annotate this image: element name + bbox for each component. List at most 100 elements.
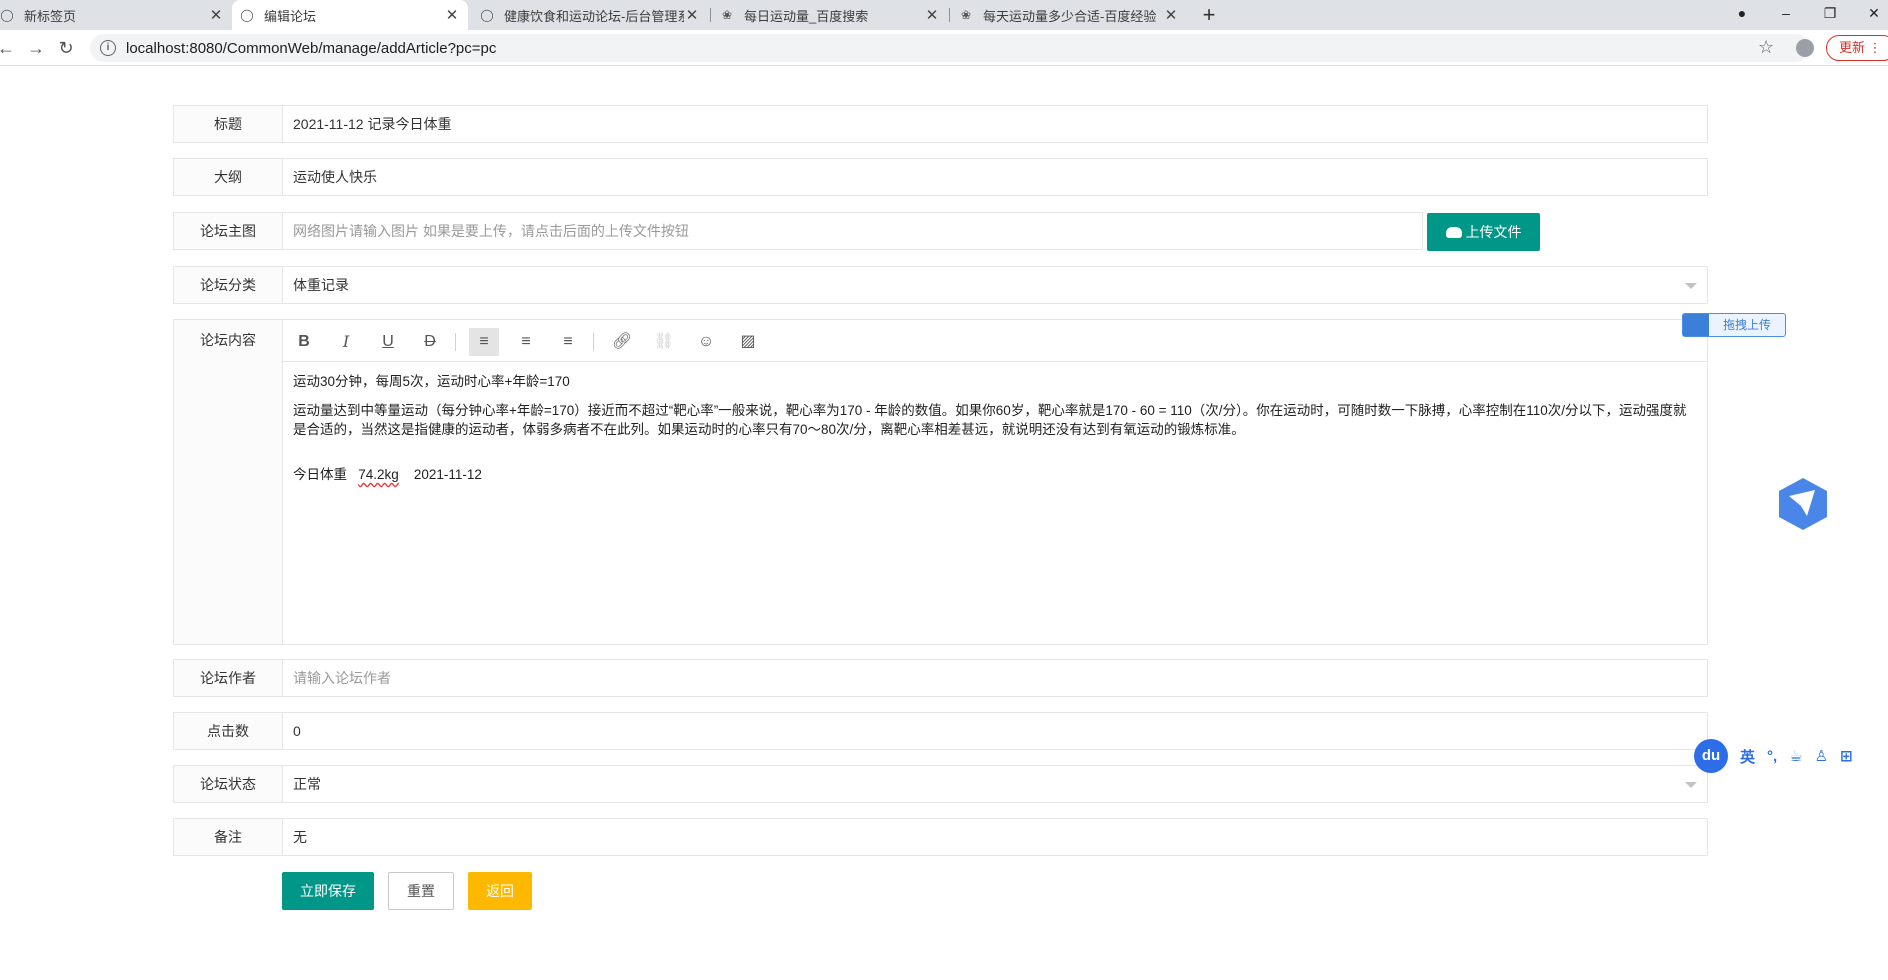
remark-row: 备注 无 (173, 818, 1708, 856)
status-label: 论坛状态 (174, 766, 283, 802)
upload-label: 上传文件 (1465, 224, 1522, 240)
info-icon[interactable]: i (100, 40, 116, 56)
status-select[interactable]: 正常 (293, 766, 321, 802)
image-icon[interactable]: ▨ (733, 328, 763, 356)
category-select[interactable]: 体重记录 (293, 267, 349, 303)
tab-search-icon[interactable]: ● (1720, 0, 1764, 28)
forward-arrow-icon[interactable]: → (24, 36, 48, 60)
chevron-down-icon[interactable] (1685, 283, 1697, 289)
close-icon[interactable]: ✕ (208, 6, 224, 24)
remark-input[interactable]: 无 (293, 819, 307, 855)
new-tab-plus-icon[interactable]: + (1196, 2, 1222, 28)
upload-file-button[interactable]: 上传文件 (1427, 213, 1540, 251)
bold-icon[interactable]: B (289, 328, 319, 356)
link-icon[interactable]: 🔗︎ (607, 328, 637, 356)
close-icon[interactable]: ✕ (444, 6, 460, 24)
update-button[interactable]: 更新 ⋮ (1826, 35, 1888, 61)
category-row: 论坛分类 体重记录 (173, 266, 1708, 304)
ime-lang-toggle[interactable]: 英 (1740, 746, 1755, 767)
tab-title: 每天运动量多少合适-百度经验 (983, 8, 1157, 24)
italic-icon[interactable]: I (331, 328, 361, 356)
ime-toolbar: du 英 °, ☕︎ ♙ ⊞ (1694, 739, 1864, 773)
tab-separator (949, 8, 950, 22)
title-input[interactable]: 2021-11-12 记录今日体重 (293, 106, 451, 142)
paw-icon: ❀ (721, 8, 733, 22)
align-left-icon[interactable]: ≡ (469, 328, 499, 356)
globe-icon: ◯ (240, 8, 254, 22)
main-image-label: 论坛主图 (174, 213, 283, 249)
author-label: 论坛作者 (174, 660, 283, 696)
globe-icon: ◯ (480, 8, 494, 22)
main-image-input[interactable]: 网络图片请输入图片 如果是要上传，请点击后面的上传文件按钮 (293, 213, 689, 249)
content-line-1: 运动30分钟，每周5次，运动时心率+年龄=170 (293, 374, 570, 389)
clicks-label: 点击数 (174, 713, 283, 749)
chevron-down-icon[interactable] (1685, 782, 1697, 788)
close-icon[interactable]: ✕ (924, 6, 940, 24)
emoji-icon[interactable]: ☺ (691, 328, 721, 356)
drag-upload-widget[interactable]: 拖拽上传 (1682, 313, 1786, 337)
tab-edit-forum[interactable]: ◯ 编辑论坛 ✕ (232, 0, 468, 30)
url-field[interactable]: i localhost:8080/CommonWeb/manage/addArt… (90, 34, 1810, 62)
cloud-upload-icon (1445, 227, 1462, 238)
tab-title: 每日运动量_百度搜索 (744, 8, 869, 24)
reload-icon[interactable]: ↻ (54, 36, 78, 60)
main-image-row: 论坛主图 网络图片请输入图片 如果是要上传，请点击后面的上传文件按钮 (173, 212, 1423, 250)
content-line-2: 运动量达到中等量运动（每分钟心率+年龄=170）接近而不超过“靶心率”一般来说，… (293, 403, 1687, 437)
url-text: localhost:8080/CommonWeb/manage/addArtic… (126, 39, 497, 57)
clicks-row: 点击数 0 (173, 712, 1708, 750)
remark-label: 备注 (174, 819, 283, 855)
author-row: 论坛作者 请输入论坛作者 (173, 659, 1708, 697)
update-label: 更新 (1839, 40, 1866, 55)
close-icon[interactable]: ✕ (1163, 6, 1179, 24)
minimize-icon[interactable]: – (1764, 0, 1808, 28)
editor-content[interactable]: 运动30分钟，每周5次，运动时心率+年龄=170 运动量达到中等量运动（每分钟心… (293, 372, 1697, 494)
tab-separator (710, 8, 711, 22)
window-close-icon[interactable]: ✕ (1852, 0, 1888, 28)
content-weight-line: 今日体重 74.2kg 2021-11-12 (293, 465, 1697, 484)
punctuation-icon[interactable]: °, (1767, 748, 1777, 765)
grid-icon[interactable]: ⊞ (1840, 747, 1853, 765)
outline-row: 大纲 运动使人快乐 (173, 158, 1708, 196)
reset-button[interactable]: 重置 (388, 872, 454, 910)
back-button[interactable]: 返回 (468, 872, 532, 910)
tab-title: 健康饮食和运动论坛-后台管理系 (504, 8, 684, 24)
baidu-ime-logo[interactable]: du (1694, 739, 1728, 773)
tab-new-tab[interactable]: ◯ 新标签页 ✕ (0, 0, 232, 30)
profile-avatar-icon[interactable] (1796, 39, 1814, 57)
align-right-icon[interactable]: ≡ (553, 328, 583, 356)
title-label: 标题 (174, 106, 283, 142)
content-label: 论坛内容 (174, 320, 283, 644)
toolbar-separator (455, 333, 456, 351)
title-row: 标题 2021-11-12 记录今日体重 (173, 105, 1708, 143)
save-button[interactable]: 立即保存 (282, 872, 374, 910)
star-icon[interactable]: ☆ (1758, 37, 1774, 58)
globe-icon: ◯ (0, 8, 14, 22)
browser-tab-bar: ◯ 新标签页 ✕ ◯ 编辑论坛 ✕ ◯ 健康饮食和运动论坛-后台管理系 ✕ ❀ … (0, 0, 1888, 30)
tab-baidu-search[interactable]: ❀ 每日运动量_百度搜索 ✕ (712, 0, 948, 30)
strikethrough-icon[interactable]: D (415, 328, 445, 356)
cup-icon[interactable]: ☕︎ (1789, 747, 1802, 765)
address-bar-row: ← → ↻ i localhost:8080/CommonWeb/manage/… (0, 30, 1888, 66)
outline-input[interactable]: 运动使人快乐 (293, 159, 377, 195)
clicks-input[interactable]: 0 (293, 713, 301, 749)
editor-toolbar: B I U D ≡ ≡ ≡ 🔗︎ ⛓ ☺ ▨ (283, 320, 1707, 362)
paw-icon: ❀ (960, 8, 972, 22)
align-center-icon[interactable]: ≡ (511, 328, 541, 356)
close-icon[interactable]: ✕ (684, 6, 700, 24)
drag-upload-label: 拖拽上传 (1723, 318, 1772, 332)
tab-admin-system[interactable]: ◯ 健康饮食和运动论坛-后台管理系 ✕ (472, 0, 708, 30)
back-arrow-icon[interactable]: ← (0, 36, 18, 60)
user-icon[interactable]: ♙ (1815, 747, 1828, 765)
weight-value: 74.2kg (358, 467, 399, 482)
tab-baidu-jingyan[interactable]: ❀ 每天运动量多少合适-百度经验 ✕ (951, 0, 1187, 30)
author-input[interactable]: 请输入论坛作者 (293, 660, 391, 696)
restore-icon[interactable]: ❐ (1808, 0, 1852, 28)
content-editor-row: 论坛内容 B I U D ≡ ≡ ≡ 🔗︎ ⛓ ☺ ▨ 运动30分钟，每周5次，… (173, 319, 1708, 645)
underline-icon[interactable]: U (373, 328, 403, 356)
bird-assistant-icon[interactable] (1777, 476, 1829, 532)
unlink-icon: ⛓ (653, 333, 675, 350)
tab-title: 新标签页 (24, 8, 77, 24)
cloud-icon (1683, 314, 1709, 336)
weight-prefix: 今日体重 (293, 467, 347, 482)
outline-label: 大纲 (174, 159, 283, 195)
